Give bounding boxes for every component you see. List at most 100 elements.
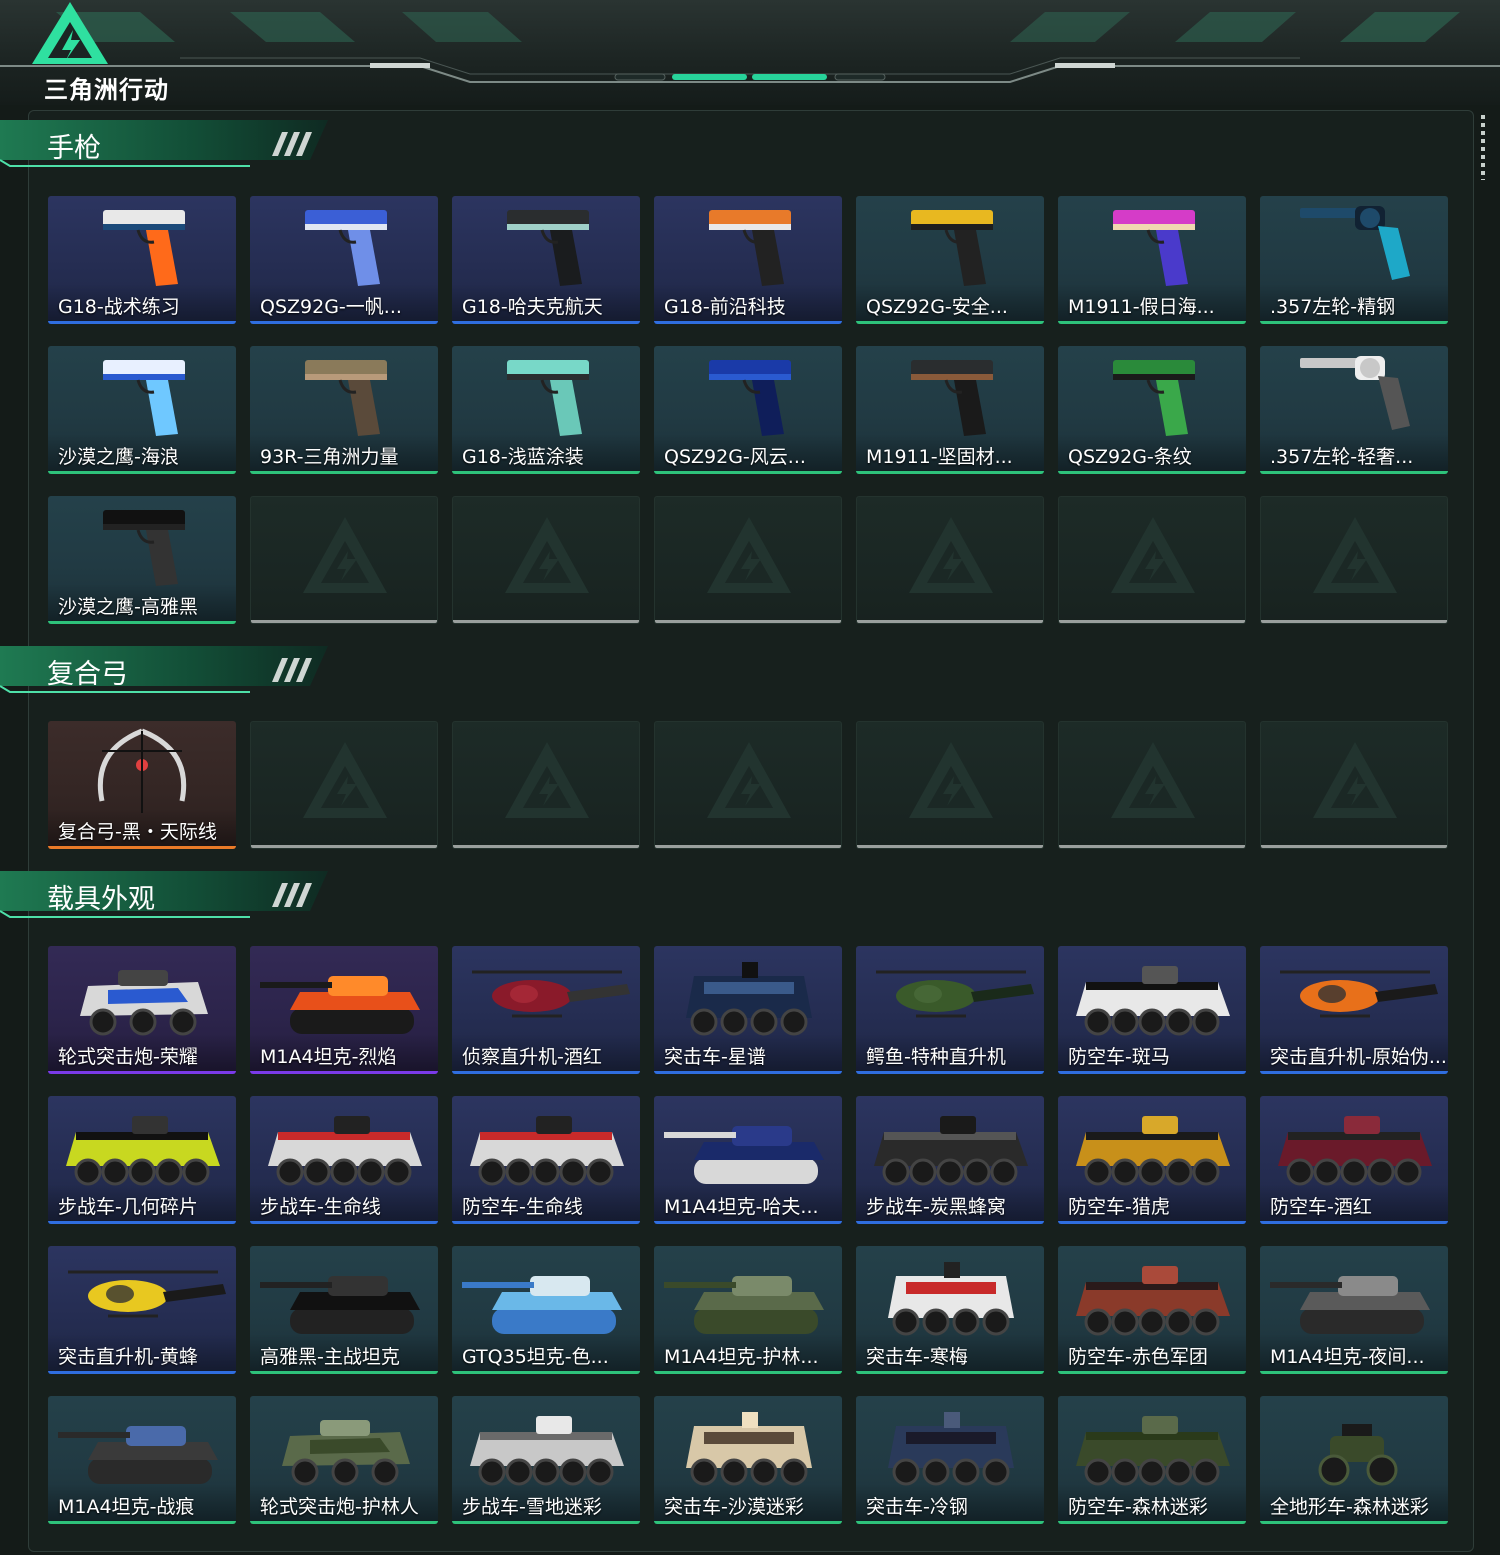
apc-icon (874, 1116, 1028, 1186)
skin-card[interactable]: 步战车-炭黑蜂窝 (856, 1096, 1044, 1224)
rarity-bar (654, 1371, 842, 1374)
pistol-icon (103, 210, 185, 286)
skin-card[interactable]: 防空车-生命线 (452, 1096, 640, 1224)
truck-icon (888, 1412, 1014, 1486)
empty-slot (1058, 721, 1246, 849)
skin-name: 步战车-几何碎片 (58, 1196, 198, 1218)
skin-card[interactable]: 沙漠之鹰-海浪 (48, 346, 236, 474)
skin-card[interactable]: 突击车-星谱 (654, 946, 842, 1074)
skin-card[interactable]: M1911-坚固材... (856, 346, 1044, 474)
delta-watermark-icon (1313, 742, 1397, 818)
skin-card[interactable]: QSZ92G-风云... (654, 346, 842, 474)
skin-card[interactable]: 高雅黑-主战坦克 (250, 1246, 438, 1374)
skin-name: 防空车-森林迷彩 (1068, 1496, 1208, 1518)
delta-watermark-icon (1111, 742, 1195, 818)
skin-card[interactable]: 突击直升机-黄蜂 (48, 1246, 236, 1374)
apc-icon (66, 1116, 220, 1186)
skin-card[interactable]: 防空车-酒红 (1260, 1096, 1448, 1224)
apc-icon (1076, 1116, 1230, 1186)
skin-name: G18-战术练习 (58, 296, 180, 318)
tank-icon (664, 1276, 824, 1334)
rarity-bar (452, 1221, 640, 1224)
skin-card[interactable]: .357左轮-精钢 (1260, 196, 1448, 324)
rarity-bar (655, 620, 841, 623)
skin-name: M1A4坦克-战痕 (58, 1496, 195, 1518)
delta-watermark-icon (1313, 517, 1397, 593)
skin-name: M1A4坦克-哈夫... (664, 1196, 819, 1218)
skin-card[interactable]: 鳄鱼-特种直升机 (856, 946, 1044, 1074)
skin-card[interactable]: GTQ35坦克-色... (452, 1246, 640, 1374)
skin-card[interactable]: 复合弓-黑・天际线 (48, 721, 236, 849)
rarity-bar (856, 1221, 1044, 1224)
skin-card[interactable]: 防空车-赤色军团 (1058, 1246, 1246, 1374)
pistol-icon (911, 210, 993, 286)
truck-icon (686, 1412, 812, 1486)
skin-name: 93R-三角洲力量 (260, 446, 399, 468)
rarity-bar (453, 620, 639, 623)
skin-name: 轮式突击炮-荣耀 (58, 1046, 198, 1068)
skin-name: 防空车-猎虎 (1068, 1196, 1170, 1218)
skin-card[interactable]: M1A4坦克-烈焰 (250, 946, 438, 1074)
tank-icon (664, 1126, 824, 1184)
rarity-bar (48, 1071, 236, 1074)
skin-card[interactable]: M1A4坦克-夜间... (1260, 1246, 1448, 1374)
skin-card[interactable]: 93R-三角洲力量 (250, 346, 438, 474)
skin-card[interactable]: 防空车-猎虎 (1058, 1096, 1246, 1224)
skin-name: M1A4坦克-烈焰 (260, 1046, 397, 1068)
skin-name: 防空车-酒红 (1270, 1196, 1372, 1218)
skin-card[interactable]: G18-浅蓝涂装 (452, 346, 640, 474)
skin-card[interactable]: G18-战术练习 (48, 196, 236, 324)
skin-card[interactable]: M1A4坦克-哈夫... (654, 1096, 842, 1224)
rarity-bar (856, 471, 1044, 474)
skin-name: 步战车-炭黑蜂窝 (866, 1196, 1006, 1218)
skin-card[interactable]: 突击直升机-原始伪... (1260, 946, 1448, 1074)
rarity-bar (856, 1371, 1044, 1374)
skin-card[interactable]: .357左轮-轻奢... (1260, 346, 1448, 474)
skin-card[interactable]: M1A4坦克-战痕 (48, 1396, 236, 1524)
skin-name: M1A4坦克-护林... (664, 1346, 819, 1368)
rarity-bar (857, 620, 1043, 623)
delta-watermark-icon (303, 517, 387, 593)
bow-icon (97, 728, 187, 813)
rarity-bar (1058, 1221, 1246, 1224)
skin-card[interactable]: M1911-假日海... (1058, 196, 1246, 324)
skin-card[interactable]: 突击车-寒梅 (856, 1246, 1044, 1374)
tank-icon (1270, 1276, 1430, 1334)
delta-watermark-icon (909, 517, 993, 593)
skin-name: M1A4坦克-夜间... (1270, 1346, 1425, 1368)
skin-card[interactable]: G18-哈夫克航天 (452, 196, 640, 324)
pistol-icon (1113, 210, 1195, 286)
empty-slot (250, 721, 438, 849)
skin-name: 突击车-星谱 (664, 1046, 766, 1068)
skin-card[interactable]: QSZ92G-一帆... (250, 196, 438, 324)
skin-card[interactable]: 沙漠之鹰-高雅黑 (48, 496, 236, 624)
skin-card[interactable]: G18-前沿科技 (654, 196, 842, 324)
skin-card[interactable]: M1A4坦克-护林... (654, 1246, 842, 1374)
skin-card[interactable]: 全地形车-森林迷彩 (1260, 1396, 1448, 1524)
tank-icon (260, 1276, 420, 1334)
skin-card[interactable]: 防空车-斑马 (1058, 946, 1246, 1074)
helicopter-icon (68, 1270, 226, 1318)
skin-name: .357左轮-精钢 (1270, 296, 1396, 318)
revolver-icon (1300, 356, 1410, 430)
apc-icon (470, 1116, 624, 1186)
skin-card[interactable]: 步战车-生命线 (250, 1096, 438, 1224)
empty-slot (654, 721, 842, 849)
rarity-bar (1058, 471, 1246, 474)
helicopter-icon (1280, 970, 1438, 1018)
skin-card[interactable]: QSZ92G-条纹 (1058, 346, 1246, 474)
scrollbar[interactable] (1481, 115, 1485, 180)
skin-card[interactable]: 步战车-几何碎片 (48, 1096, 236, 1224)
rarity-bar (452, 1371, 640, 1374)
skin-card[interactable]: QSZ92G-安全... (856, 196, 1044, 324)
skin-card[interactable]: 步战车-雪地迷彩 (452, 1396, 640, 1524)
rarity-bar (452, 1521, 640, 1524)
skin-card[interactable]: 突击车-沙漠迷彩 (654, 1396, 842, 1524)
rarity-bar (1260, 1371, 1448, 1374)
skin-card[interactable]: 侦察直升机-酒红 (452, 946, 640, 1074)
skin-card[interactable]: 突击车-冷钢 (856, 1396, 1044, 1524)
empty-slot (1260, 721, 1448, 849)
skin-card[interactable]: 轮式突击炮-护林人 (250, 1396, 438, 1524)
skin-card[interactable]: 防空车-森林迷彩 (1058, 1396, 1246, 1524)
skin-card[interactable]: 轮式突击炮-荣耀 (48, 946, 236, 1074)
